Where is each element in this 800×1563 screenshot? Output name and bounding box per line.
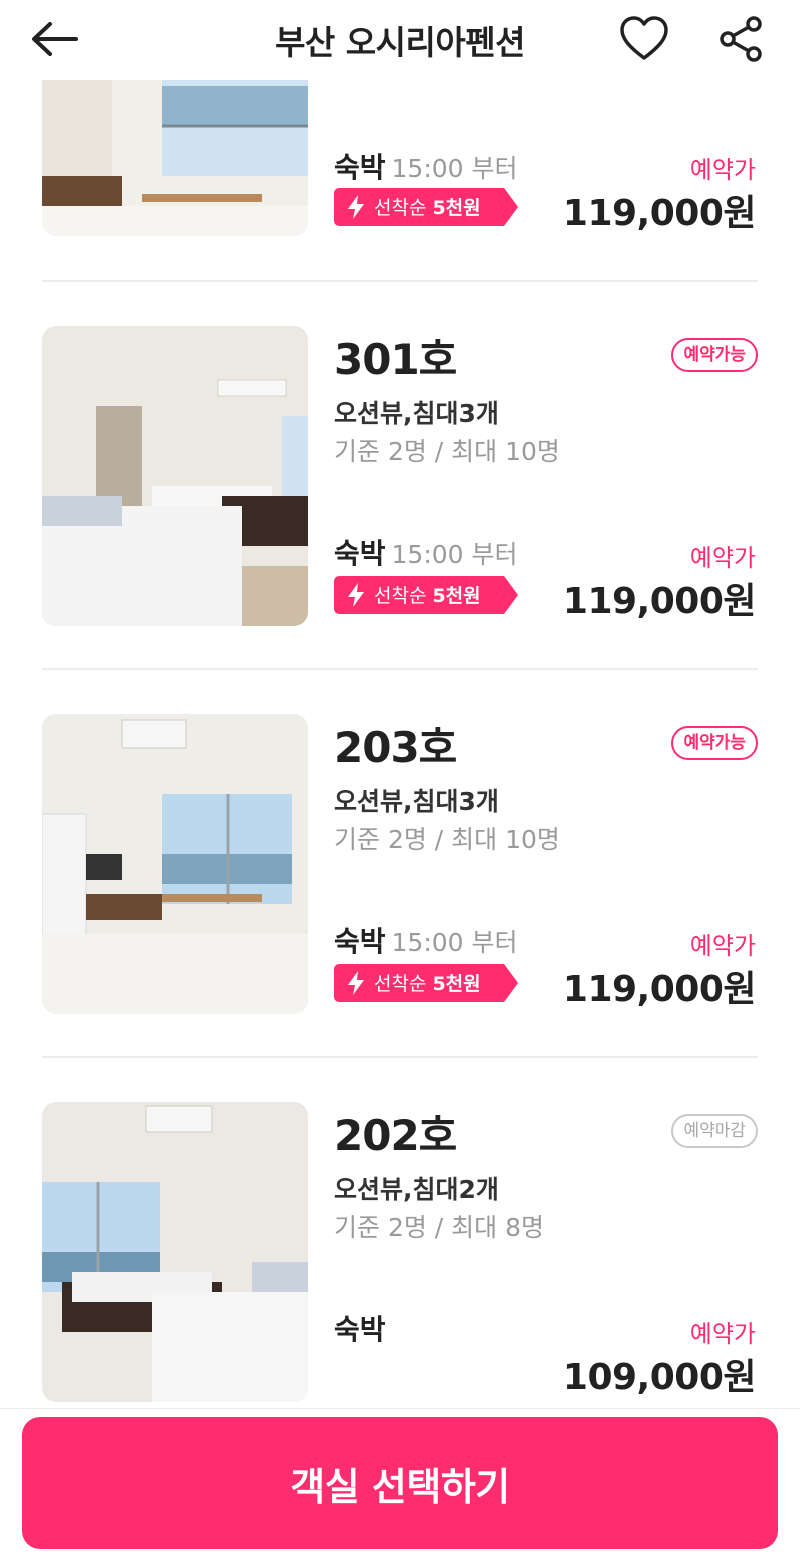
room-type: 오션뷰,침대2개 — [334, 1175, 499, 1204]
room-photo[interactable] — [42, 1102, 308, 1402]
lightning-icon — [348, 971, 364, 995]
top-app-bar: 부산 오시리아펜션 — [0, 0, 800, 80]
bottom-action-bar: 객실 선택하기 — [0, 1408, 800, 1563]
divider — [42, 1056, 758, 1058]
coupon-badge[interactable]: 선착순 5천원 — [334, 576, 518, 614]
select-room-button[interactable]: 객실 선택하기 — [22, 1417, 778, 1549]
coupon-badge[interactable]: 선착순 5천원 — [334, 964, 518, 1002]
checkin-time: 15:00 부터 — [391, 928, 518, 957]
page-title: 부산 오시리아펜션 — [275, 23, 525, 62]
stay-type: 숙박 — [334, 1313, 386, 1346]
divider — [42, 280, 758, 282]
stay-type: 숙박 15:00 부터 — [334, 925, 518, 958]
room-type: 오션뷰,침대3개 — [334, 399, 499, 428]
room-photo[interactable] — [42, 80, 308, 236]
room-price: 109,000원 — [562, 1357, 757, 1398]
coupon-text: 선착순 5천원 — [374, 585, 481, 607]
lightning-icon — [348, 195, 364, 219]
room-type: 오션뷰,침대3개 — [334, 787, 499, 816]
room-capacity: 기준 2명 / 최대 10명 — [334, 437, 560, 466]
room-photo[interactable] — [42, 326, 308, 626]
coupon-badge[interactable]: 선착순 5천원 — [334, 188, 518, 226]
price-label: 예약가 — [689, 544, 756, 572]
room-card[interactable]: 202호 예약마감 오션뷰,침대2개 기준 2명 / 최대 8명 숙박 예약가 … — [0, 1012, 800, 1402]
divider — [42, 668, 758, 670]
room-card[interactable]: 301호 예약가능 오션뷰,침대3개 기준 2명 / 최대 10명 숙박 15:0… — [0, 236, 800, 626]
checkin-time: 15:00 부터 — [391, 154, 518, 183]
room-capacity: 기준 2명 / 최대 10명 — [334, 825, 560, 854]
price-label: 예약가 — [689, 156, 756, 184]
price-label: 예약가 — [689, 1320, 756, 1348]
room-list[interactable]: 숙박 15:00 부터 선착순 5천원 예약가 119,000원 301호 예약… — [0, 80, 800, 1408]
checkin-time: 15:00 부터 — [391, 540, 518, 569]
stay-type: 숙박 15:00 부터 — [334, 537, 518, 570]
lightning-icon — [348, 583, 364, 607]
room-capacity: 기준 2명 / 최대 8명 — [334, 1213, 545, 1242]
room-card[interactable]: 203호 예약가능 오션뷰,침대3개 기준 2명 / 최대 10명 숙박 15:0… — [0, 624, 800, 1014]
room-name: 202호 — [334, 1111, 457, 1160]
coupon-text: 선착순 5천원 — [374, 197, 481, 219]
room-card[interactable]: 숙박 15:00 부터 선착순 5천원 예약가 119,000원 — [0, 80, 800, 236]
coupon-text: 선착순 5천원 — [374, 973, 481, 995]
price-label: 예약가 — [689, 932, 756, 960]
room-price: 119,000원 — [562, 581, 757, 622]
room-photo[interactable] — [42, 714, 308, 1014]
room-price: 119,000원 — [562, 193, 757, 234]
stay-type: 숙박 15:00 부터 — [334, 151, 518, 184]
share-icon[interactable] — [716, 14, 766, 64]
room-name: 203호 — [334, 723, 457, 772]
room-price: 119,000원 — [562, 969, 757, 1010]
availability-badge: 예약가능 — [671, 726, 758, 760]
availability-badge: 예약마감 — [671, 1114, 758, 1148]
room-name: 301호 — [334, 335, 457, 384]
availability-badge: 예약가능 — [671, 338, 758, 372]
heart-icon[interactable] — [618, 14, 670, 64]
